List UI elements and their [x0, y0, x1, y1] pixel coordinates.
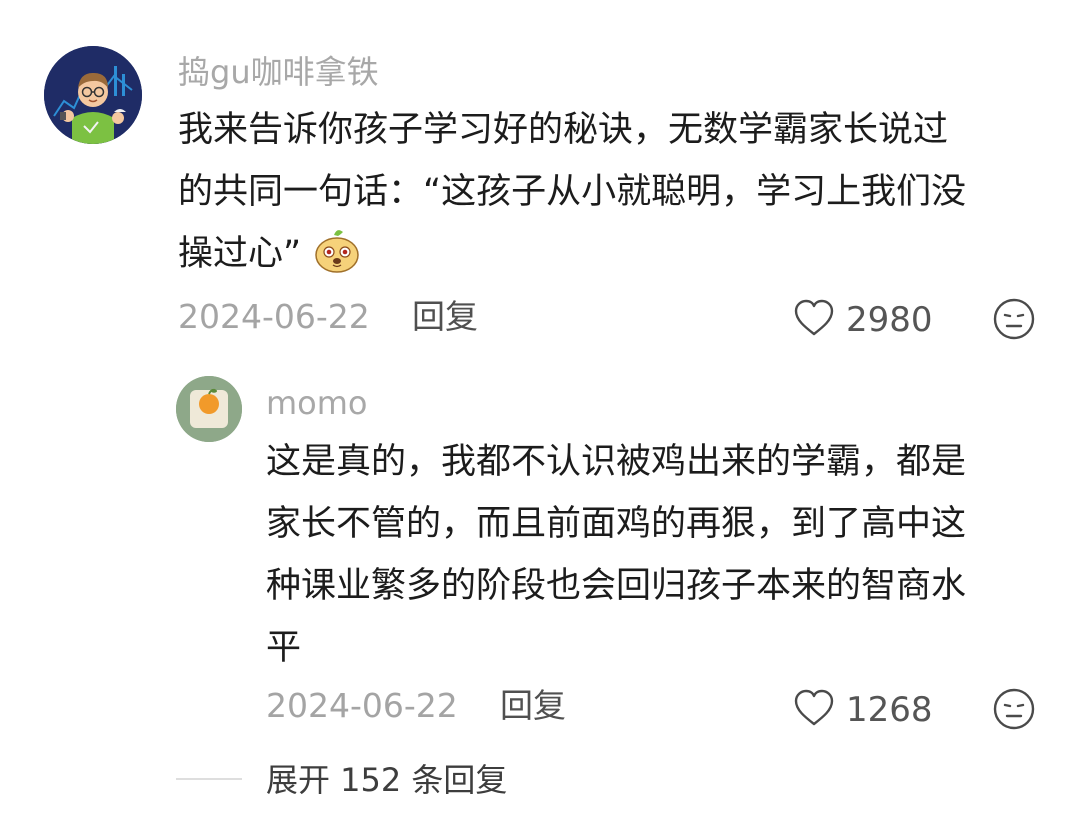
expand-divider — [176, 778, 242, 780]
comment-like-count: 2980 — [846, 300, 933, 340]
reply-date: 2024-06-22 — [266, 686, 458, 725]
laughing-sticker-icon — [314, 227, 360, 273]
comment-text-line-2: 的共同一句话：“这孩子从小就聪明，学习上我们没 — [178, 172, 967, 212]
avatar-fruit-icon — [176, 376, 242, 442]
comment-text-line-1: 我来告诉你孩子学习好的秘诀，无数学霸家长说过 — [178, 110, 949, 150]
reply-like-heart-icon[interactable] — [793, 688, 835, 728]
reply-react-neutral-face-icon[interactable] — [992, 687, 1036, 731]
avatar-reply-user[interactable] — [176, 376, 242, 442]
comment-username[interactable]: 捣gu咖啡拿铁 — [178, 52, 379, 92]
reply-text-line-4: 平 — [266, 628, 302, 668]
comment-date: 2024-06-22 — [178, 297, 370, 336]
comment-text-line-3: 操过心” — [178, 234, 302, 274]
react-neutral-face-icon[interactable] — [992, 297, 1036, 341]
reply-username[interactable]: momo — [266, 383, 368, 423]
like-heart-icon[interactable] — [793, 298, 835, 338]
avatar-main-user[interactable] — [44, 46, 142, 144]
reply-text-line-2: 家长不管的，而且前面鸡的再狠，到了高中这 — [266, 504, 967, 544]
comment-reply-button[interactable]: 回复 — [412, 297, 478, 337]
reply-like-count: 1268 — [846, 690, 933, 730]
reply-reply-button[interactable]: 回复 — [500, 686, 566, 726]
avatar-illustration-icon — [44, 46, 142, 144]
expand-replies-button[interactable]: 展开 152 条回复 — [266, 760, 507, 800]
reply-text-line-1: 这是真的，我都不认识被鸡出来的学霸，都是 — [266, 442, 967, 482]
reply-text-line-3: 种课业繁多的阶段也会回归孩子本来的智商水 — [266, 566, 967, 606]
